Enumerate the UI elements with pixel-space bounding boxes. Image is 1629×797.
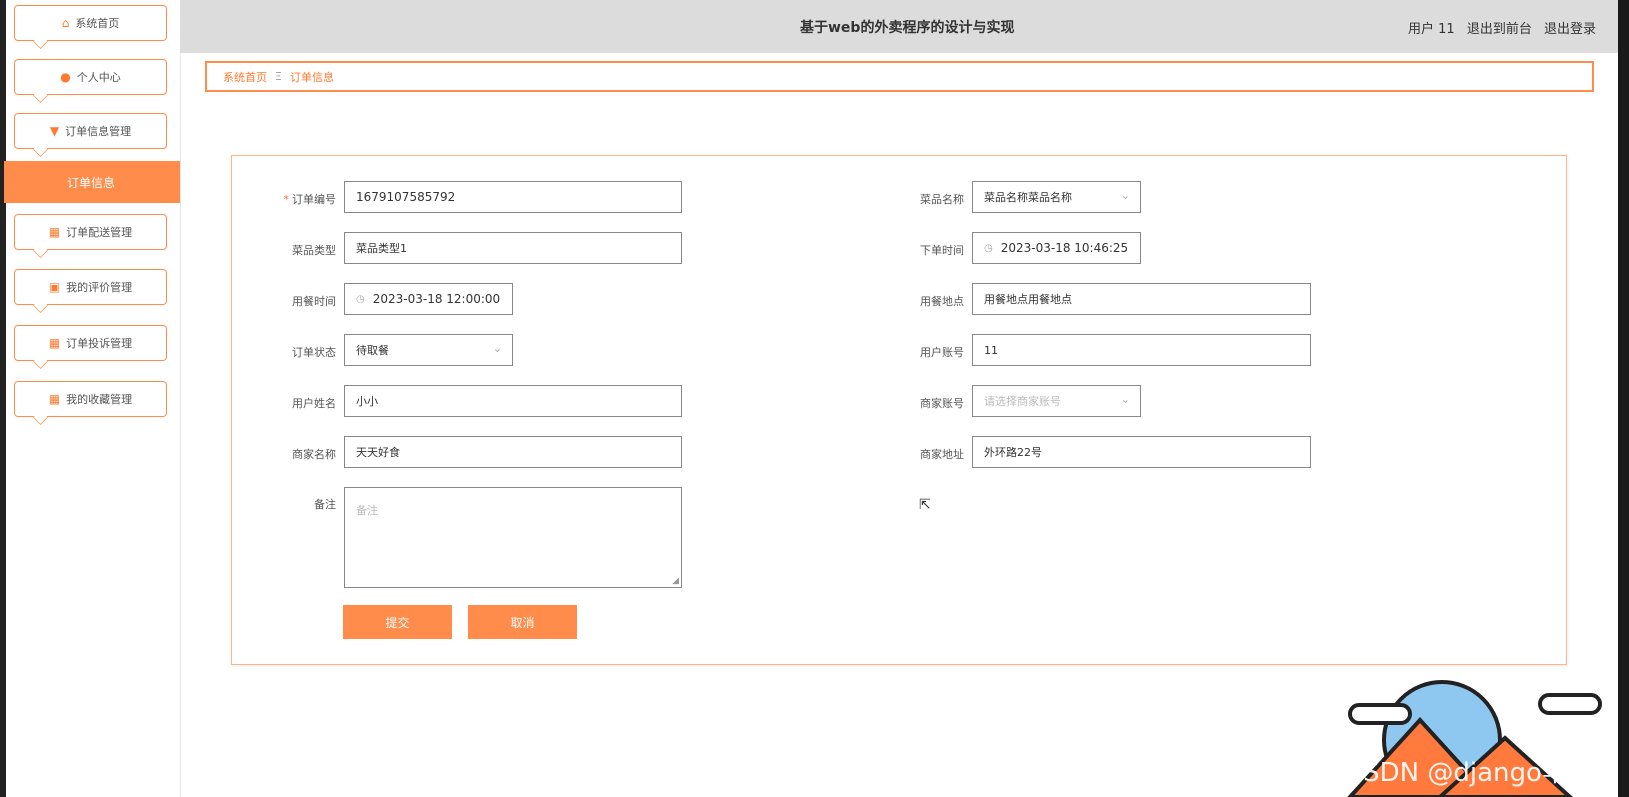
user-account-label: 用户账号 <box>920 346 964 359</box>
sidebar-edge <box>0 0 6 797</box>
sidebar-item-home[interactable]: ⌂ 系统首页 <box>14 5 167 41</box>
user-name-label: 用户姓名 <box>292 397 336 410</box>
breadcrumb-current: 订单信息 <box>289 70 334 84</box>
clock-icon: ◷ <box>984 242 993 254</box>
order-time-label: 下单时间 <box>920 244 964 257</box>
sidebar-item-profile[interactable]: ● 个人中心 <box>14 59 167 95</box>
sidebar-item-order-info[interactable]: ▼ 订单信息管理 <box>14 113 167 149</box>
logout-link[interactable]: 退出登录 <box>1544 22 1596 37</box>
order-no-label: * 订单编号 <box>283 193 337 206</box>
user-label: 用户 11 <box>1408 22 1455 37</box>
app-title: 基于web的外卖程序的设计与实现 <box>800 20 1015 36</box>
grid-icon: ▦ <box>48 392 61 406</box>
dish-name-label: 菜品名称 <box>920 193 964 206</box>
dish-name-select[interactable]: 菜品名称菜品名称 ⌄ <box>972 181 1141 213</box>
mouse-cursor-icon: ⇱ <box>919 497 931 513</box>
clock-icon: ◷ <box>356 293 365 305</box>
sidebar-subitem-order-info[interactable]: 订单信息 <box>4 161 180 203</box>
meal-time-value: 2023-03-18 12:00:00 <box>372 292 501 306</box>
breadcrumb-separator: Ξ <box>275 70 282 83</box>
sidebar-item-label: 系统首页 <box>75 17 120 30</box>
window-edge <box>1618 0 1629 797</box>
meal-time-label: 用餐时间 <box>292 295 336 308</box>
sidebar-item-reviews[interactable]: ▣ 我的评价管理 <box>14 269 167 305</box>
user-name-field[interactable]: 小小 <box>344 385 682 417</box>
order-form: * 订单编号 1679107585792 菜品名称 菜品名称菜品名称 ⌄ 菜品类型… <box>231 155 1567 665</box>
order-time-picker[interactable]: ◷ 2023-03-18 10:46:25 <box>972 232 1141 264</box>
user-account-field[interactable]: 11 <box>972 334 1311 366</box>
sidebar-item-complaints[interactable]: ▦ 订单投诉管理 <box>14 325 167 361</box>
sidebar-item-label: 订单信息管理 <box>65 125 132 138</box>
remark-textarea[interactable]: 备注 ◢ <box>344 487 682 588</box>
breadcrumb: 系统首页 Ξ 订单信息 <box>205 61 1594 92</box>
app-screen: ⌂ 系统首页 ● 个人中心 ▼ 订单信息管理 订单信息 ▦ 订单配送管理 ▣ 我… <box>0 0 1618 797</box>
sidebar-item-label: 我的收藏管理 <box>66 393 133 406</box>
grid-icon: ▦ <box>48 225 61 239</box>
sidebar-item-label: 订单配送管理 <box>66 226 133 239</box>
merchant-address-label: 商家地址 <box>920 448 964 461</box>
order-no-field[interactable]: 1679107585792 <box>344 181 682 213</box>
chevron-down-icon: ⌄ <box>1120 393 1130 406</box>
merchant-name-field[interactable]: 天天好食 <box>344 436 682 468</box>
dish-type-label: 菜品类型 <box>292 244 336 257</box>
meal-time-picker[interactable]: ◷ 2023-03-18 12:00:00 <box>344 283 513 315</box>
chevron-down-icon: ⌄ <box>492 342 502 355</box>
merchant-name-label: 商家名称 <box>292 448 336 461</box>
merchant-address-field[interactable]: 外环路22号 <box>972 436 1311 468</box>
cancel-button[interactable]: 取消 <box>468 605 577 639</box>
meal-place-label: 用餐地点 <box>920 295 964 308</box>
breadcrumb-home[interactable]: 系统首页 <box>223 69 267 85</box>
order-status-value: 待取餐 <box>356 344 389 357</box>
order-time-value: 2023-03-18 10:46:25 <box>1000 241 1129 255</box>
dish-type-field[interactable]: 菜品类型1 <box>344 232 682 264</box>
sidebar: ⌂ 系统首页 ● 个人中心 ▼ 订单信息管理 订单信息 ▦ 订单配送管理 ▣ 我… <box>0 0 181 797</box>
watermark-cloud-left <box>1348 703 1412 725</box>
sidebar-item-label: 个人中心 <box>76 71 121 84</box>
grid-icon: ▦ <box>48 336 61 350</box>
sidebar-item-label: 我的评价管理 <box>66 281 133 294</box>
remark-label: 备注 <box>314 498 336 511</box>
resize-grip-icon[interactable]: ◢ <box>672 576 679 586</box>
cart-icon: ▼ <box>49 124 60 138</box>
order-status-label: 订单状态 <box>292 346 336 359</box>
clipboard-icon: ▣ <box>48 280 61 294</box>
sidebar-item-favorites[interactable]: ▦ 我的收藏管理 <box>14 381 167 417</box>
remark-placeholder: 备注 <box>356 504 378 517</box>
dish-name-value: 菜品名称菜品名称 <box>984 191 1072 204</box>
chevron-down-icon: ⌄ <box>1120 189 1130 202</box>
merchant-account-placeholder: 请选择商家账号 <box>984 395 1061 408</box>
required-mark: * <box>283 193 290 206</box>
merchant-account-label: 商家账号 <box>920 397 964 410</box>
sidebar-item-delivery[interactable]: ▦ 订单配送管理 <box>14 214 167 250</box>
submit-button[interactable]: 提交 <box>343 605 452 639</box>
home-icon: ⌂ <box>61 16 70 30</box>
user-icon: ● <box>60 70 71 84</box>
merchant-account-select[interactable]: 请选择商家账号 ⌄ <box>972 385 1141 417</box>
meal-place-field[interactable]: 用餐地点用餐地点 <box>972 283 1311 315</box>
top-header: 基于web的外卖程序的设计与实现 用户 11 退出到前台 退出登录 <box>180 0 1618 53</box>
watermark-text: CSDN @django毕设 <box>1345 758 1594 788</box>
order-status-select[interactable]: 待取餐 ⌄ <box>344 334 513 366</box>
sidebar-item-label: 订单投诉管理 <box>66 337 133 350</box>
watermark-cloud-right <box>1538 693 1602 715</box>
header-user-area: 用户 11 退出到前台 退出登录 <box>1400 18 1596 37</box>
exit-front-link[interactable]: 退出到前台 <box>1467 22 1532 37</box>
